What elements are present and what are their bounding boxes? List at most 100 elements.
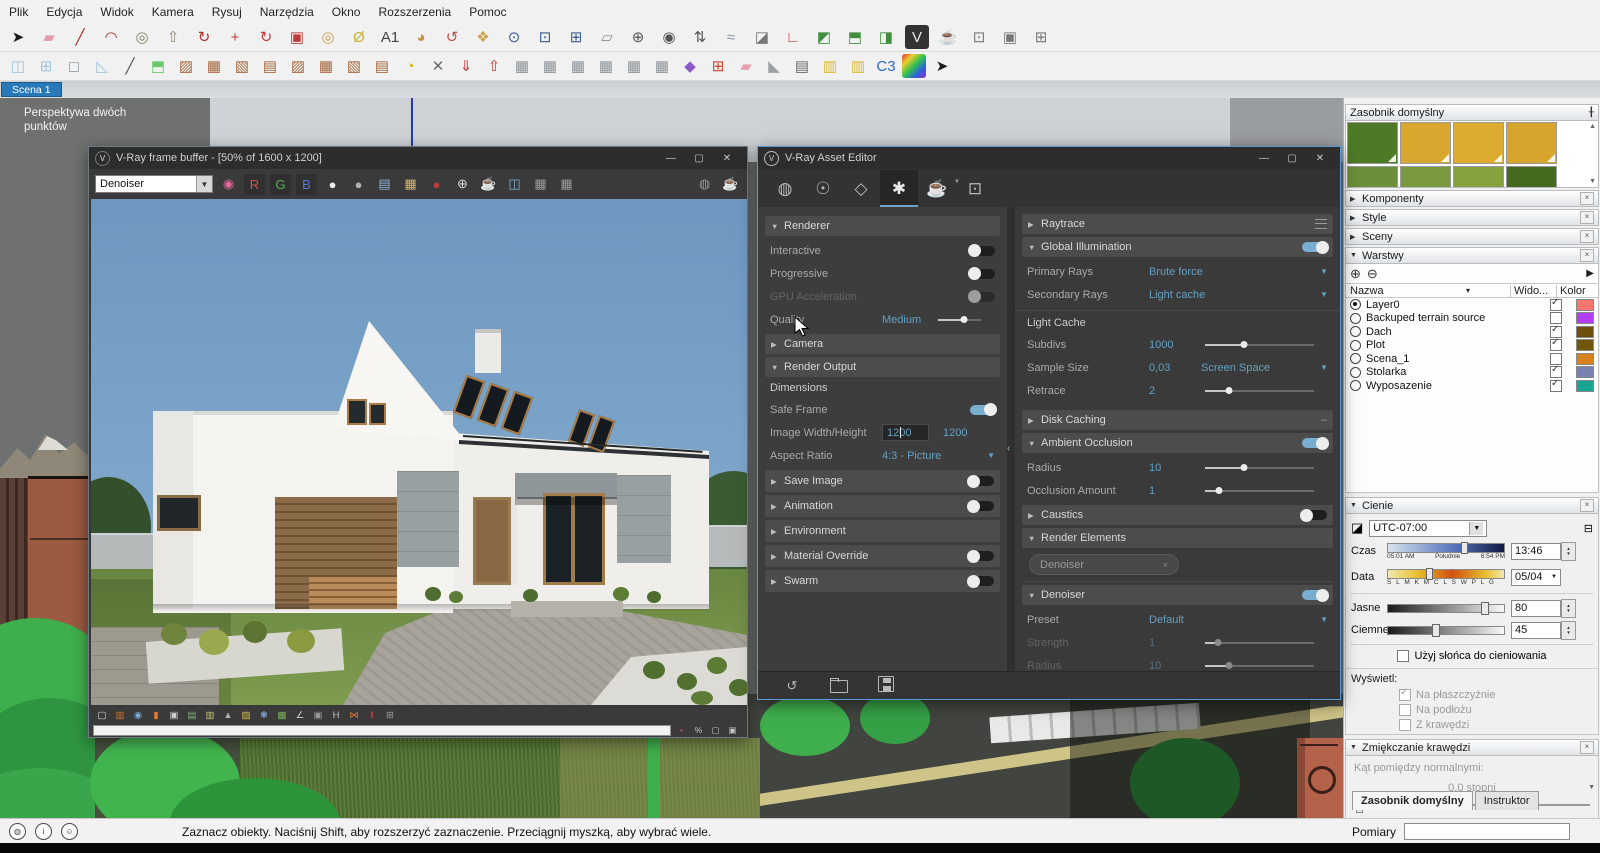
track-mouse-icon[interactable]: ⊕: [452, 174, 473, 195]
red-grid-icon[interactable]: ⊞: [706, 54, 730, 78]
settings-sliders-icon[interactable]: [1315, 219, 1327, 229]
color-balance-icon[interactable]: ▥: [203, 709, 217, 722]
menu-item[interactable]: Okno: [323, 0, 370, 23]
sign-in-icon[interactable]: ☺: [61, 823, 78, 840]
scale-tool[interactable]: ▣: [285, 25, 309, 49]
layer-row[interactable]: Stolarka: [1346, 366, 1598, 380]
white-dot-icon[interactable]: ●: [322, 174, 343, 195]
settings-row[interactable]: Occlusion Amount 1: [1015, 479, 1340, 502]
hidden-geometry-icon[interactable]: ⊞: [34, 54, 58, 78]
group-box-icon-6[interactable]: ▦: [650, 54, 674, 78]
component-icon[interactable]: ◆: [678, 54, 702, 78]
stamp-grid-icon[interactable]: ⊞: [383, 709, 397, 722]
time-slider[interactable]: 05:01 AMPołudnie6:54 PM: [1387, 543, 1505, 560]
toggle-switch[interactable]: [969, 476, 994, 486]
layer-visible-checkbox[interactable]: [1550, 380, 1562, 392]
import-arrow-icon[interactable]: ⇓: [454, 54, 478, 78]
stop-render-icon[interactable]: ●: [426, 174, 447, 195]
line-tool[interactable]: ╱: [68, 25, 92, 49]
materials-icon[interactable]: ◍: [766, 170, 804, 207]
layer-visible-checkbox[interactable]: [1550, 339, 1562, 351]
wireframe-cube-icon[interactable]: ◻: [62, 54, 86, 78]
open-settings-button[interactable]: [830, 676, 850, 696]
aspect-ratio-row[interactable]: Aspect Ratio 4:3 - Picture ▼: [758, 444, 1007, 467]
tray-panel-header[interactable]: ▶ Sceny ×: [1345, 228, 1599, 245]
icc-icon[interactable]: ▣: [311, 709, 325, 722]
light-slider[interactable]: [1387, 604, 1505, 613]
grey-wedge-icon[interactable]: ◣: [762, 54, 786, 78]
fit-window-icon[interactable]: ▣: [726, 725, 739, 736]
close-button[interactable]: ✕: [1306, 153, 1334, 164]
display-option-checkbox[interactable]: [1399, 719, 1411, 731]
group-box-icon-1[interactable]: ▦: [510, 54, 534, 78]
tray-tab[interactable]: Instruktor: [1475, 791, 1539, 810]
lock-icon[interactable]: ▣: [998, 25, 1022, 49]
flip-edge-icon[interactable]: ▧: [342, 54, 366, 78]
layer-visible-checkbox[interactable]: [1550, 299, 1562, 311]
menu-item[interactable]: Kamera: [143, 0, 203, 23]
menu-item[interactable]: Rozszerzenia: [369, 0, 460, 23]
view-iso-icon[interactable]: ◩: [812, 25, 836, 49]
scroll-down-icon[interactable]: ▼: [1589, 178, 1596, 185]
layer-row[interactable]: Plot: [1346, 339, 1598, 353]
view-top-icon[interactable]: ⬒: [843, 25, 867, 49]
settings-row[interactable]: Preset Default ▼: [1015, 608, 1340, 631]
blue-channel-icon[interactable]: B: [296, 174, 317, 195]
measurements-input[interactable]: [1404, 823, 1570, 840]
layer-color-swatch[interactable]: [1576, 326, 1594, 338]
gradient-icon[interactable]: [902, 54, 926, 78]
time-slider-handle[interactable]: [1461, 542, 1468, 554]
test-colors-icon[interactable]: ◉: [218, 174, 239, 195]
dark-slider-handle[interactable]: [1432, 624, 1440, 637]
c3-converter-icon[interactable]: C3: [874, 54, 898, 78]
rotate-tool[interactable]: ↻: [254, 25, 278, 49]
ocio-icon[interactable]: ▩: [275, 709, 289, 722]
drape-icon[interactable]: ▨: [286, 54, 310, 78]
maximize-button[interactable]: ▢: [685, 153, 713, 164]
remove-layer-button[interactable]: ⊖: [1367, 266, 1378, 282]
compare-icon[interactable]: ◫: [504, 174, 525, 195]
safe-frame-row[interactable]: Safe Frame: [758, 398, 1007, 421]
display-option[interactable]: Na płaszczyźnie: [1399, 687, 1593, 702]
render-output-section-header[interactable]: ▼ Render Output: [765, 357, 1000, 377]
add-layer-button[interactable]: ⊕: [1350, 266, 1361, 282]
menu-item[interactable]: Rysuj: [203, 0, 251, 23]
tray-panel-header[interactable]: ▶ Style ×: [1345, 209, 1599, 226]
menu-item[interactable]: Widok: [91, 0, 142, 23]
image-size-row[interactable]: Image Width/Height 1200 1200: [758, 421, 1007, 444]
levels-icon[interactable]: ▲: [221, 709, 235, 722]
open-image-icon[interactable]: ▦: [400, 174, 421, 195]
histogram-icon[interactable]: ▥: [113, 709, 127, 722]
settings-row[interactable]: Progressive: [758, 262, 1007, 285]
paint-bucket-tool[interactable]: ◕: [409, 25, 433, 49]
layers-panel-header[interactable]: ▼ Warstwy ×: [1345, 247, 1599, 264]
layer-row[interactable]: Layer0: [1346, 298, 1598, 312]
walk-tool[interactable]: ⇅: [688, 25, 712, 49]
group-box-icon-4[interactable]: ▦: [594, 54, 618, 78]
close-button[interactable]: ✕: [713, 153, 741, 164]
zoom-extents-tool[interactable]: ⊞: [564, 25, 588, 49]
move-tool[interactable]: +: [223, 25, 247, 49]
terrain-contours-icon[interactable]: ▨: [174, 54, 198, 78]
dark-input[interactable]: 45: [1511, 622, 1561, 639]
toggle-switch[interactable]: [970, 269, 995, 279]
layer-row[interactable]: Backuped terrain source: [1346, 312, 1598, 326]
yellow-box-icon-1[interactable]: ▥: [818, 54, 842, 78]
tray-tab[interactable]: Zasobnik domyślny: [1352, 791, 1473, 810]
settings-row[interactable]: Subdivs 1000 ▼: [1015, 333, 1340, 356]
terrain-scratch-icon[interactable]: ▦: [202, 54, 226, 78]
slider[interactable]: [1205, 344, 1314, 346]
layer-color-swatch[interactable]: [1576, 366, 1594, 378]
followme-tool[interactable]: ↻: [192, 25, 216, 49]
menu-item[interactable]: Edycja: [37, 0, 91, 23]
scroll-up-icon[interactable]: ▲: [1589, 123, 1596, 130]
layer-color-swatch[interactable]: [1576, 339, 1594, 351]
light-spinner[interactable]: ▲▼: [1561, 599, 1576, 618]
terrain-erase-icon[interactable]: ▤: [370, 54, 394, 78]
zoom-tool[interactable]: ⊙: [502, 25, 526, 49]
shadow-display-icon[interactable]: ⊟: [1584, 522, 1593, 535]
toggle-switch[interactable]: [1302, 242, 1327, 252]
close-icon[interactable]: ×: [1580, 192, 1594, 205]
date-input[interactable]: 05/04 ▼: [1511, 569, 1561, 586]
tray-panel-header[interactable]: ▶ Komponenty ×: [1345, 190, 1599, 207]
